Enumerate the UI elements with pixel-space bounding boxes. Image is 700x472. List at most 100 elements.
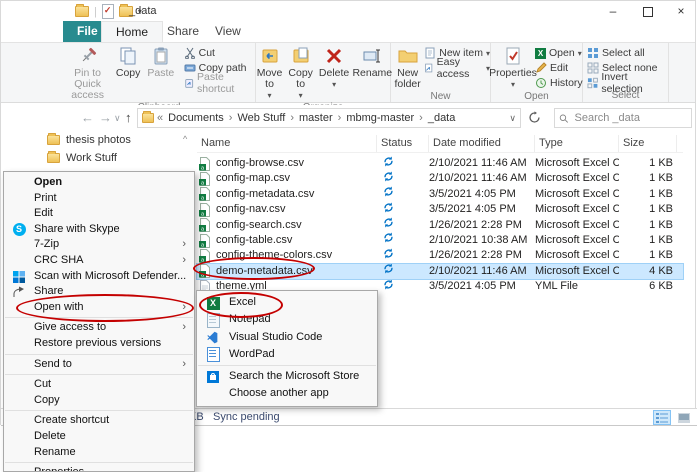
file-date: 1/26/2021 2:28 PM [429,218,535,233]
ribbon-group-organize: Move to▾ Copy to▾ Delete▾ [256,43,391,102]
cut-button[interactable]: Cut [184,46,255,60]
submenu-item-search-microsoft-store[interactable]: Search the Microsoft Store [197,368,377,385]
history-clock-icon [535,77,547,89]
history-button[interactable]: History [535,76,583,90]
copy-to-button[interactable]: Copy to▾ [286,45,315,102]
submenu-item-notepad[interactable]: Notepad [197,311,377,328]
menu-item-create-shortcut[interactable]: Create shortcut [4,413,194,429]
close-button[interactable]: × [667,3,695,19]
breadcrumb-item-documents[interactable]: Documents [166,112,226,124]
properties-button[interactable]: Properties▾ [491,45,535,91]
menu-item-restore-previous-versions[interactable]: Restore previous versions [4,336,194,352]
properties-qat-icon[interactable] [102,4,114,19]
menu-item-properties[interactable]: Properties [4,465,194,472]
column-header-type[interactable]: Type [535,135,619,152]
table-row[interactable]: aconfig-browse.csv 2/10/2021 11:46 AM Mi… [197,156,683,171]
address-bar-row: ← → ∨ ↑ « Documents › Web Stuff › master… [1,105,695,131]
copy-button[interactable]: Copy [112,45,144,80]
menu-item-share-with-skype[interactable]: S Share with Skype [4,222,194,238]
thumbnail-view-button[interactable] [675,410,693,425]
open-group-label: Open [491,91,582,102]
open-button[interactable]: X Open▾ [535,46,583,60]
minimize-button[interactable]: – [599,3,627,19]
sync-pending-icon [383,248,394,259]
invert-selection-button[interactable]: Invert selection [587,76,668,90]
up-button[interactable]: ↑ [125,110,132,125]
breadcrumb-item-master[interactable]: master [297,112,335,124]
submenu-item-vscode[interactable]: Visual Studio Code [197,329,377,346]
new-folder-button[interactable]: New folder [391,45,424,91]
table-row[interactable]: aconfig-nav.csv 3/5/2021 4:05 PM Microso… [197,202,683,217]
refresh-button[interactable] [528,111,541,127]
breadcrumb-chevron: › [290,112,294,124]
properties-icon [504,46,522,66]
sidebar-scroll-up-arrow[interactable]: ^ [183,134,187,144]
wordpad-icon [207,347,220,362]
menu-item-give-access-to[interactable]: Give access to› [4,320,194,336]
forward-button[interactable]: → [99,110,112,125]
menu-item-7zip[interactable]: 7-Zip› [4,237,194,253]
submenu-item-choose-another-app[interactable]: Choose another app [197,385,377,402]
column-header-name[interactable]: Name [197,135,377,152]
select-all-button[interactable]: Select all [587,46,668,60]
file-name: config-map.csv [216,171,290,186]
file-type: Microsoft Excel C... [535,156,619,171]
paste-shortcut-button[interactable]: Paste shortcut [184,76,255,90]
menu-item-share[interactable]: Share [4,284,194,300]
refresh-icon [528,111,541,124]
easy-access-button[interactable]: Easy access▾ [424,61,490,75]
menu-item-open[interactable]: Open [4,175,194,191]
paste-button[interactable]: Paste [144,45,178,80]
menu-item-send-to[interactable]: Send to› [4,357,194,373]
sync-pending-icon [383,171,394,182]
menu-item-cut[interactable]: Cut [4,377,194,393]
table-row[interactable]: aconfig-table.csv 2/10/2021 10:38 AM Mic… [197,233,683,248]
menu-item-copy[interactable]: Copy [4,393,194,409]
tab-view[interactable]: View [201,21,255,42]
breadcrumb-chevron: › [419,112,423,124]
column-header-status[interactable]: Status [377,135,429,152]
column-header-date[interactable]: Date modified [429,135,535,152]
menu-item-open-with[interactable]: Open with› [4,300,194,316]
submenu-item-wordpad[interactable]: WordPad [197,346,377,363]
submenu-arrow-icon: › [182,300,186,316]
maximize-button[interactable] [634,3,662,19]
address-dropdown-caret[interactable]: ∨ [509,113,516,124]
sync-pending-icon [383,156,394,167]
breadcrumb-chevron: › [229,112,233,124]
breadcrumb[interactable]: « Documents › Web Stuff › master › mbmg-… [137,108,521,128]
rename-button[interactable]: Rename [353,45,391,80]
move-to-button[interactable]: Move to▾ [255,45,285,102]
file-list: Name Status Date modified Type Size acon… [197,135,683,295]
recent-locations-caret[interactable]: ∨ [114,113,121,124]
table-row[interactable]: aconfig-map.csv 2/10/2021 11:46 AM Micro… [197,171,683,186]
breadcrumb-collapse-chevron[interactable]: « [157,112,163,124]
sidebar-item-work-stuff[interactable]: Work Stuff [47,152,117,164]
search-input[interactable] [573,111,688,125]
ribbon: Pin to Quick access Copy [1,42,695,103]
table-row-selected[interactable]: ademo-metadata.csv 2/10/2021 11:46 AM Mi… [197,264,683,279]
menu-item-scan-with-defender[interactable]: Scan with Microsoft Defender... [4,269,194,285]
breadcrumb-item-mbmg-master[interactable]: mbmg-master [344,112,416,124]
menu-item-print[interactable]: Print [4,191,194,207]
search-box[interactable] [554,108,692,128]
pin-to-quick-access-button[interactable]: Pin to Quick access [63,45,112,102]
edit-button[interactable]: Edit [535,61,583,75]
menu-item-delete[interactable]: Delete [4,429,194,445]
sync-pending-icon [383,202,394,213]
table-row[interactable]: aconfig-theme-colors.csv 1/26/2021 2:28 … [197,248,683,263]
column-header-size[interactable]: Size [619,135,677,152]
sidebar-item-thesis-photos[interactable]: thesis photos [47,134,131,146]
back-button[interactable]: ← [81,110,94,125]
menu-item-rename[interactable]: Rename [4,445,194,461]
submenu-item-excel[interactable]: X Excel [197,294,377,311]
menu-item-crc-sha[interactable]: CRC SHA› [4,253,194,269]
table-row[interactable]: aconfig-metadata.csv 3/5/2021 4:05 PM Mi… [197,187,683,202]
breadcrumb-item-webstuff[interactable]: Web Stuff [235,112,287,124]
menu-item-edit[interactable]: Edit [4,206,194,222]
defender-icon [12,270,26,284]
details-view-button[interactable] [653,410,671,425]
breadcrumb-item-data[interactable]: _data [426,112,458,124]
table-row[interactable]: aconfig-search.csv 1/26/2021 2:28 PM Mic… [197,218,683,233]
delete-button[interactable]: Delete▾ [317,45,351,91]
